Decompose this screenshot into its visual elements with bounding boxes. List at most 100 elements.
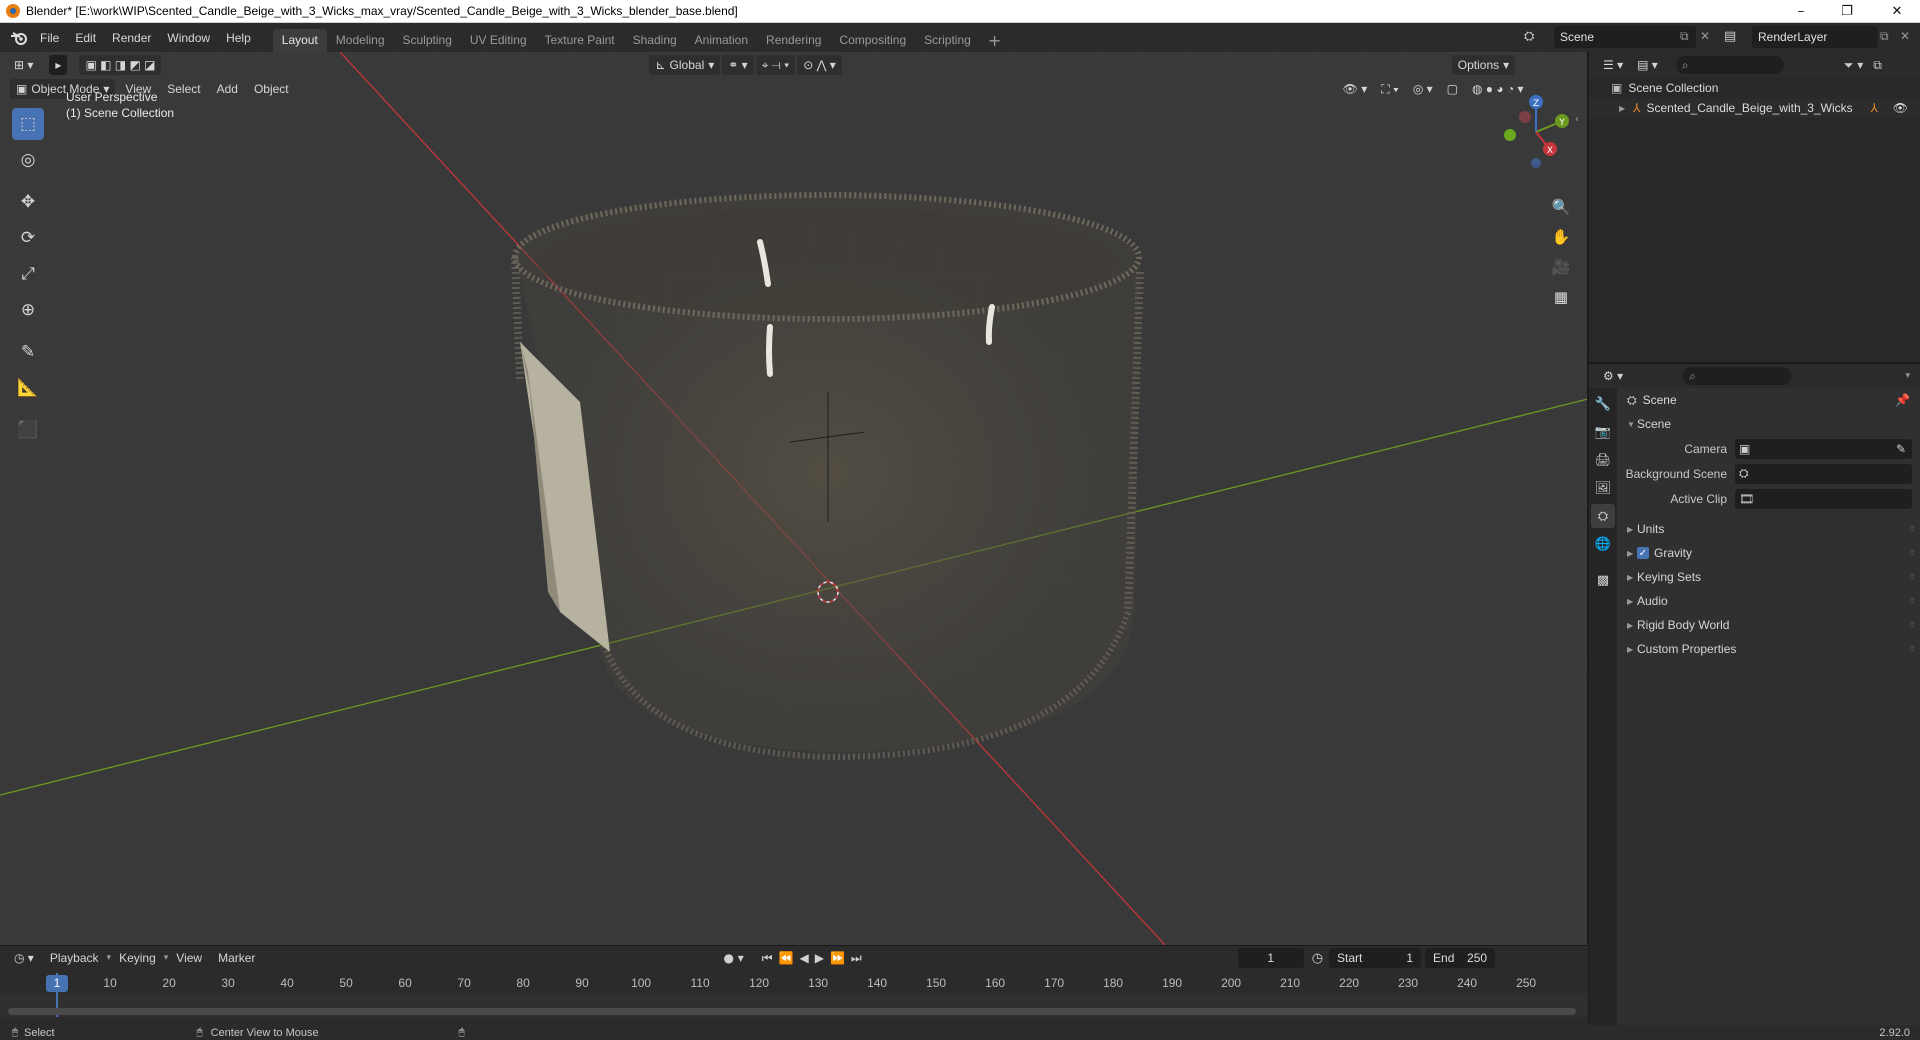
tab-animation[interactable]: Animation (686, 29, 757, 52)
drag-grip-icon[interactable]: ⁞⁞⁞ (1909, 524, 1914, 534)
menu-help[interactable]: Help (218, 27, 259, 49)
close-button[interactable]: ✕ (1874, 0, 1920, 23)
move-tool-icon[interactable]: ✥ (12, 186, 44, 218)
menu-file[interactable]: File (32, 27, 67, 49)
scene-selector[interactable]: Scene (1554, 26, 1696, 48)
viewport-menu-select[interactable]: Select (159, 82, 208, 96)
display-mode-icon[interactable]: ▤ ▾ (1631, 55, 1664, 75)
tab-sculpting[interactable]: Sculpting (394, 29, 461, 52)
new-collection-icon[interactable]: ⧉ (1873, 58, 1882, 73)
camera-field[interactable]: ▣ ✎ (1735, 438, 1912, 459)
background-scene-field[interactable]: ⛭ (1735, 463, 1912, 484)
world-tab-icon[interactable]: 🌐 (1591, 532, 1615, 556)
keying-sets-panel-header[interactable]: ▶ Keying Sets ⁞⁞⁞ (1617, 565, 1920, 589)
viewport-menu-add[interactable]: Add (209, 82, 246, 96)
add-workspace-button[interactable]: + (980, 29, 1009, 52)
outliner-search-input[interactable]: ⌕ (1675, 56, 1784, 74)
renderlayer-selector[interactable]: RenderLayer (1752, 26, 1878, 48)
add-cube-tool-icon[interactable]: ⬛ (12, 414, 44, 446)
snap-toggle[interactable]: ⌖ ⊣ ▾ (755, 55, 796, 75)
record-icon[interactable]: ● ▾ (723, 951, 743, 965)
eyedropper-icon[interactable]: ✎ (1896, 442, 1906, 456)
transform-tool-icon[interactable]: ⊕ (12, 294, 44, 326)
clock-icon[interactable]: ◷ (1312, 951, 1323, 966)
tab-texture-paint[interactable]: Texture Paint (536, 29, 624, 52)
pin-icon[interactable]: 📌 (1895, 393, 1910, 407)
output-tab-icon[interactable]: 🖨 (1591, 448, 1615, 472)
drag-grip-icon[interactable]: ⁞⁞⁞ (1909, 620, 1914, 630)
tab-scripting[interactable]: Scripting (915, 29, 980, 52)
maximize-button[interactable]: ❐ (1824, 0, 1870, 23)
custom-properties-panel-header[interactable]: ▶ Custom Properties ⁞⁞⁞ (1617, 637, 1920, 661)
timeline-editor-type-icon[interactable]: ◷ ▾ (8, 948, 40, 968)
3d-viewport[interactable]: ⊞ ▾ ▸ ▣ ◧ ◨ ◩ ◪ ⊾ Global ▾ ⚭ ▾ ⌖ ⊣ ▾ ⊙ ⋀… (0, 52, 1588, 945)
properties-editor-type-icon[interactable]: ⚙ ▾ (1597, 366, 1629, 386)
proportional-edit-toggle[interactable]: ⊙ ⋀ ▾ (797, 55, 842, 75)
sidebar-toggle-icon[interactable]: ‹ (1575, 114, 1579, 125)
viewport-menu-object[interactable]: Object (246, 82, 297, 96)
renderlayer-browse-icon[interactable]: ▤ (1724, 29, 1736, 44)
annotate-tool-icon[interactable]: ✎ (12, 336, 44, 368)
outliner-object-row[interactable]: ▶ ⅄ Scented_Candle_Beige_with_3_Wicks ⅄ … (1589, 98, 1920, 118)
cursor-tool-icon[interactable]: ◎ (12, 144, 44, 176)
select-tool-icon[interactable]: ▸ (49, 55, 68, 75)
texture-tab-icon[interactable]: ▩ (1591, 568, 1615, 592)
select-box-tool-icon[interactable]: ⬚ (12, 108, 44, 140)
options-dropdown[interactable]: Options ▾ (1451, 55, 1516, 75)
end-frame-field[interactable]: End 250 (1425, 948, 1496, 968)
filter-icon[interactable]: ⏷ ▾ (1844, 58, 1863, 73)
tab-uv-editing[interactable]: UV Editing (461, 29, 536, 52)
active-clip-field[interactable]: 🎞 (1735, 488, 1912, 509)
start-frame-field[interactable]: Start 1 (1329, 948, 1422, 968)
playback-controls-icons[interactable]: ⏮⏪◀▶⏩⏭ (762, 951, 868, 966)
properties-search-input[interactable]: ⌕ (1683, 367, 1792, 385)
new-scene-icon[interactable]: ⧉ (1680, 29, 1689, 44)
timeline-ruler[interactable]: 1102030405060708090100110120130140150160… (0, 973, 1588, 993)
visibility-eye-icon[interactable]: 👁 (1893, 101, 1908, 115)
scene-panel-header[interactable]: ▼ Scene (1617, 412, 1920, 436)
tab-modeling[interactable]: Modeling (327, 29, 394, 52)
tab-shading[interactable]: Shading (624, 29, 686, 52)
camera-view-icon[interactable]: 🎥 (1548, 254, 1574, 280)
select-mode-icons[interactable]: ▣ ◧ ◨ ◩ ◪ (79, 55, 162, 75)
object-data-icon[interactable]: ⅄ (1871, 101, 1878, 115)
navigation-gizmo[interactable]: Z Y X (1496, 92, 1576, 172)
view-layer-tab-icon[interactable]: 🖼 (1591, 476, 1615, 500)
minimize-button[interactable]: – (1778, 0, 1824, 23)
gizmo-toggle-icon[interactable]: ⛶ ▾ (1375, 79, 1405, 99)
delete-scene-icon[interactable]: ✕ (1700, 29, 1710, 43)
perspective-grid-icon[interactable]: ▦ (1548, 284, 1574, 310)
drag-grip-icon[interactable]: ⁞⁞⁞ (1909, 572, 1914, 582)
drag-grip-icon[interactable]: ⁞⁞⁞ (1909, 644, 1914, 654)
outliner-editor-type-icon[interactable]: ☰ ▾ (1597, 55, 1629, 75)
outliner-scene-collection-row[interactable]: ▣ Scene Collection (1589, 78, 1920, 98)
scene-tab-icon[interactable]: ⛭ (1591, 504, 1615, 528)
xray-toggle-icon[interactable]: ▢ (1441, 79, 1464, 99)
transform-orientation-dropdown[interactable]: ⊾ Global ▾ (649, 55, 721, 75)
drag-grip-icon[interactable]: ⁞⁞⁞ (1909, 548, 1914, 558)
properties-options-icon[interactable]: ▾ (1905, 371, 1910, 381)
visibility-icon[interactable]: 👁 ▾ (1337, 79, 1374, 99)
delete-renderlayer-icon[interactable]: ✕ (1900, 29, 1910, 43)
playhead-frame-badge[interactable]: 1 (46, 975, 68, 992)
expand-arrow-icon[interactable]: ▶ (1619, 104, 1625, 113)
gravity-checkbox[interactable]: ✓ (1637, 547, 1649, 559)
render-tab-icon[interactable]: 📷 (1591, 420, 1615, 444)
measure-tool-icon[interactable]: 📐 (12, 372, 44, 404)
menu-render[interactable]: Render (104, 27, 159, 49)
timeline-menu-playback[interactable]: Playback (42, 951, 107, 965)
timeline-menu-marker[interactable]: Marker (210, 951, 263, 965)
pivot-point-dropdown[interactable]: ⚭ ▾ (722, 55, 754, 75)
overlay-toggle-icon[interactable]: ◎ ▾ (1407, 79, 1439, 99)
scene-browse-icon[interactable]: ⛭ (1524, 29, 1534, 44)
units-panel-header[interactable]: ▶ Units ⁞⁞⁞ (1617, 517, 1920, 541)
gravity-panel-header[interactable]: ▶ ✓ Gravity ⁞⁞⁞ (1617, 541, 1920, 565)
current-frame-field[interactable]: 1 (1237, 948, 1304, 968)
pan-hand-icon[interactable]: ✋ (1548, 224, 1574, 250)
editor-type-icon[interactable]: ⊞ ▾ (8, 55, 39, 75)
scale-tool-icon[interactable]: ⤢ (12, 258, 44, 290)
tab-compositing[interactable]: Compositing (830, 29, 915, 52)
new-renderlayer-icon[interactable]: ⧉ (1880, 29, 1889, 44)
menu-edit[interactable]: Edit (67, 27, 104, 49)
rotate-tool-icon[interactable]: ⟳ (12, 222, 44, 254)
